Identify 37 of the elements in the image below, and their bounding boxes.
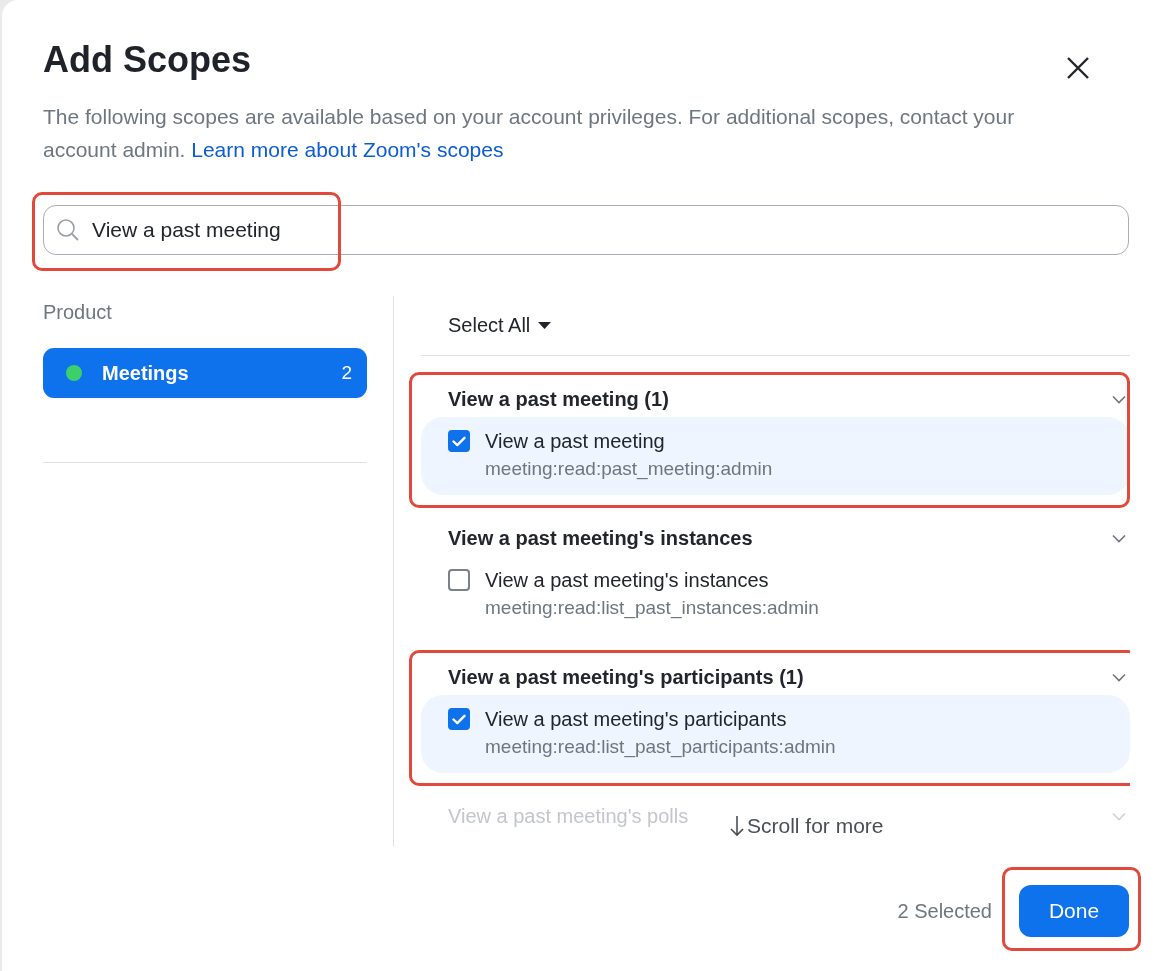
caret-down-icon xyxy=(538,321,552,329)
close-icon[interactable] xyxy=(1066,56,1090,80)
arrow-down-icon xyxy=(729,815,745,837)
scope-label: View a past meeting's instances xyxy=(485,568,770,593)
done-button[interactable]: Done xyxy=(1019,885,1129,937)
scope-option[interactable]: View a past meeting's instances meeting:read:list_past_instances:admin xyxy=(421,556,1130,634)
chevron-down-icon[interactable] xyxy=(1112,394,1126,404)
chevron-down-icon[interactable] xyxy=(1112,672,1126,682)
search-field[interactable]: View a past meeting xyxy=(43,205,1129,255)
scope-group-title: View a past meeting's participants (1) xyxy=(448,665,804,689)
selected-count: 2 Selected xyxy=(897,899,992,923)
scope-option[interactable]: View a past meeting's participants meeting:read:list_past_participants:admin xyxy=(421,695,1130,773)
select-all-dropdown[interactable]: Select All xyxy=(421,313,552,337)
learn-more-link[interactable]: Learn more about Zoom's scopes xyxy=(191,138,504,161)
scroll-hint: Scroll for more xyxy=(729,814,884,838)
checkbox[interactable] xyxy=(448,430,470,452)
dialog-title: Add Scopes xyxy=(43,38,252,82)
checkbox[interactable] xyxy=(448,708,470,730)
product-count: 2 xyxy=(341,362,352,384)
scope-label: View a past meeting's participants xyxy=(485,707,788,732)
scope-group-title: View a past meeting's instances xyxy=(448,526,753,550)
product-heading: Product xyxy=(43,300,113,325)
checkbox[interactable] xyxy=(448,569,470,591)
scope-id: meeting:read:list_past_participants:admin xyxy=(485,735,836,760)
product-item[interactable]: Meetings 2 xyxy=(43,348,367,398)
checkmark-icon xyxy=(452,713,466,725)
scope-group-title: View a past meeting (1) xyxy=(448,387,669,411)
chevron-down-icon[interactable] xyxy=(1112,533,1126,543)
checkmark-icon xyxy=(452,435,466,447)
product-name: Meetings xyxy=(102,361,190,385)
scope-option[interactable]: View a past meeting meeting:read:past_meeting:admin xyxy=(421,417,1130,495)
search-icon xyxy=(56,218,80,242)
scope-group-title: View a past meeting's polls xyxy=(448,804,689,828)
scope-label: View a past meeting xyxy=(485,429,666,454)
scope-id: meeting:read:past_meeting:admin xyxy=(485,457,773,482)
description-text: The following scopes are available based on your account privileges. For additional scopes, contact your account admin. Learn more about Zoom's scopes xyxy=(43,104,1016,163)
scope-id: meeting:read:list_past_instances:admin xyxy=(485,596,819,621)
